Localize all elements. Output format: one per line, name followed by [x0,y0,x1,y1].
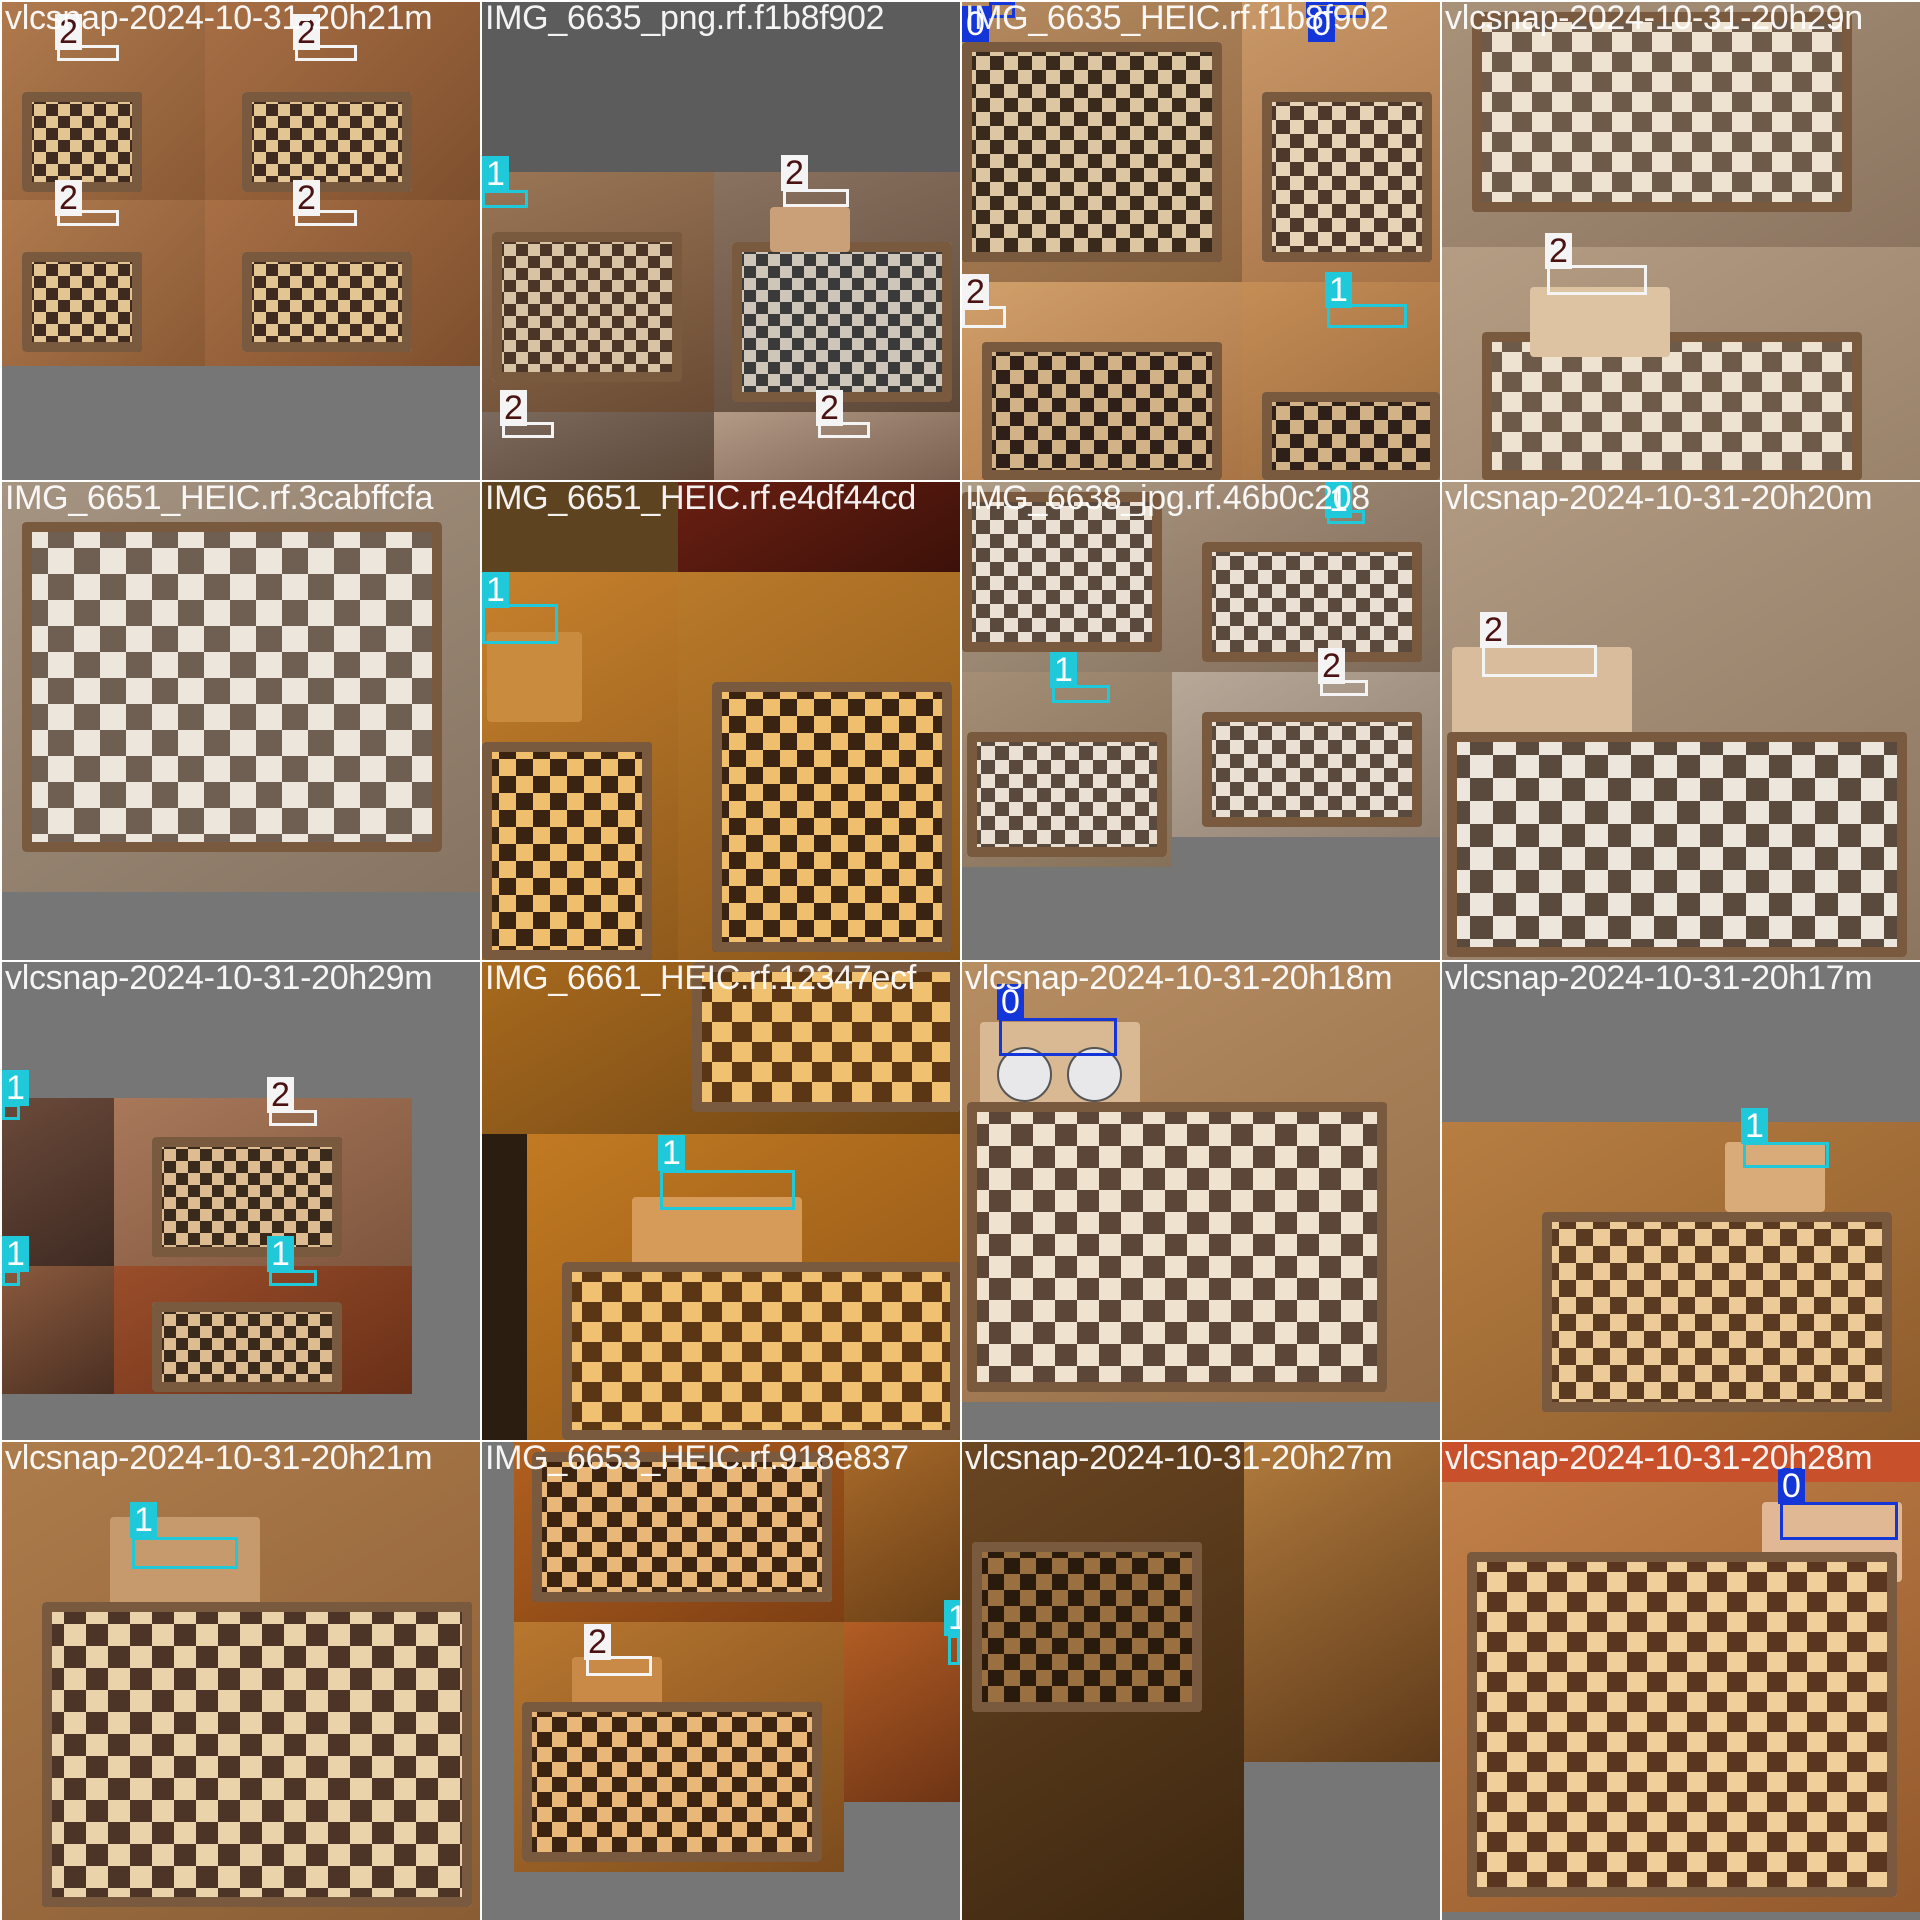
chessboard [1202,542,1422,662]
mosaic-tile-1: 2 2 2 2 vlcsnap-2024-10-31-20h21m [2,2,480,480]
photo-quadrant [1244,1442,1440,1762]
tile-filename: vlcsnap-2024-10-31-20h17m [1445,962,1873,997]
bbox-label: 2 [293,14,320,50]
bbox-class-2 [1482,645,1597,677]
bbox-class-0 [999,1018,1117,1056]
chessboard [1447,732,1907,957]
bbox-label: 1 [1325,482,1352,518]
mosaic-tile-7: 1 1 2 IMG_6638_jpg.rf.46b0c208 [962,482,1440,960]
chessboard [712,682,952,952]
chessboard [482,742,652,960]
bbox-label: 1 [130,1502,157,1538]
mosaic-tile-6: 1 IMG_6651_HEIC.rf.e4df44cd [482,482,960,960]
chessboard [972,1542,1202,1712]
photo-quadrant [482,482,678,572]
mosaic-tile-2: 1 2 2 2 IMG_6635_png.rf.f1b8f902 [482,2,960,480]
bbox-label: 1 [1741,1108,1768,1144]
tile-filename: vlcsnap-2024-10-31-20h29m [5,962,433,997]
tile-filename: IMG_6635_png.rf.f1b8f902 [485,2,885,37]
chessboard [1262,392,1440,480]
bbox-label: 2 [781,155,808,191]
chessboard [1542,1212,1892,1412]
bbox-label: 1 [944,1600,960,1636]
bbox-class-1 [132,1537,238,1569]
bbox-label: 1 [2,1236,29,1272]
mosaic-tile-11: 0 vlcsnap-2024-10-31-20h18m [962,962,1440,1440]
chessboard [22,252,142,352]
bbox-label: 2 [1318,648,1345,684]
bbox-label: 0 [997,984,1024,1020]
mosaic-tile-16: 0 vlcsnap-2024-10-31-20h28m [1442,1442,1920,1920]
bbox-class-0 [989,2,1015,18]
bbox-label: 0 [962,6,989,42]
chessboard [1467,1552,1897,1897]
bbox-class-1 [948,1635,960,1665]
mosaic-tile-14: 2 1 IMG_6653_HEIC.rf.918e837 [482,1442,960,1920]
bbox-label: 2 [962,274,989,310]
bbox-label: 0 [1778,1468,1805,1504]
chessboard [562,1262,960,1440]
bbox-label: 2 [584,1624,611,1660]
mosaic-tile-10: 1 IMG_6661_HEIC.rf.12347ecf [482,962,960,1440]
chessboard [42,1602,472,1907]
chessboard [962,492,1162,652]
bbox-label: 2 [267,1077,294,1113]
bbox-class-1 [660,1170,795,1210]
bbox-class-0 [1780,1502,1898,1540]
mosaic-tile-8: 2 vlcsnap-2024-10-31-20h20m [1442,482,1920,960]
chessboard [967,1102,1387,1392]
chessboard [1472,12,1852,212]
photo-quadrant [482,1134,527,1440]
mosaic-tile-13: 1 vlcsnap-2024-10-31-20h21m [2,1442,480,1920]
photo-quadrant [1442,1442,1920,1482]
mosaic-tile-9: 1 2 1 1 vlcsnap-2024-10-31-20h29m [2,962,480,1440]
photo-quadrant [678,482,960,572]
chessboard [22,522,442,852]
chess-clock [487,632,582,722]
chessboard [732,242,952,402]
chessboard [692,962,960,1112]
bbox-label: 2 [500,390,527,426]
photo-quadrant [844,1622,960,1802]
bbox-label: 1 [658,1135,685,1171]
chessboard [152,1302,342,1392]
mosaic-tile-15: vlcsnap-2024-10-31-20h27m [962,1442,1440,1920]
photo-quadrant [844,1442,960,1622]
bbox-label: 1 [482,572,509,608]
chessboard [962,42,1222,262]
mosaic-tile-4: 2 vlcsnap-2024-10-31-20h29n [1442,2,1920,480]
chess-clock [1530,287,1670,357]
bbox-label: 2 [55,180,82,216]
bbox-label: 1 [1325,272,1352,308]
bbox-label: 1 [2,1070,29,1106]
chess-clock [770,207,850,252]
bbox-label: 0 [1308,6,1335,42]
chessboard [152,1137,342,1257]
chessboard [242,92,412,192]
bbox-label: 1 [1050,652,1077,688]
bbox-label: 1 [267,1236,294,1272]
chessboard [242,252,412,352]
chessboard [982,342,1222,480]
bbox-label: 1 [482,156,509,192]
chessboard [522,1702,822,1862]
mosaic-tile-5: IMG_6651_HEIC.rf.3cabffcfa [2,482,480,960]
bbox-class-1 [1743,1142,1829,1168]
chessboard [1262,92,1432,262]
chessboard [532,1452,832,1602]
mosaic-tile-3: 0 0 2 1 IMG_6635_HEIC.rf.f1b8f902 [962,2,1440,480]
chessboard [22,92,142,192]
bbox-label: 2 [816,390,843,426]
bbox-label: 2 [293,180,320,216]
bbox-class-1 [482,604,558,644]
bbox-label: 2 [1480,612,1507,648]
chessboard [492,232,682,382]
chessboard [1202,712,1422,827]
chessboard [967,732,1167,857]
bbox-label: 2 [55,14,82,50]
mosaic-tile-12: 1 vlcsnap-2024-10-31-20h17m [1442,962,1920,1440]
bbox-label: 2 [1545,233,1572,269]
